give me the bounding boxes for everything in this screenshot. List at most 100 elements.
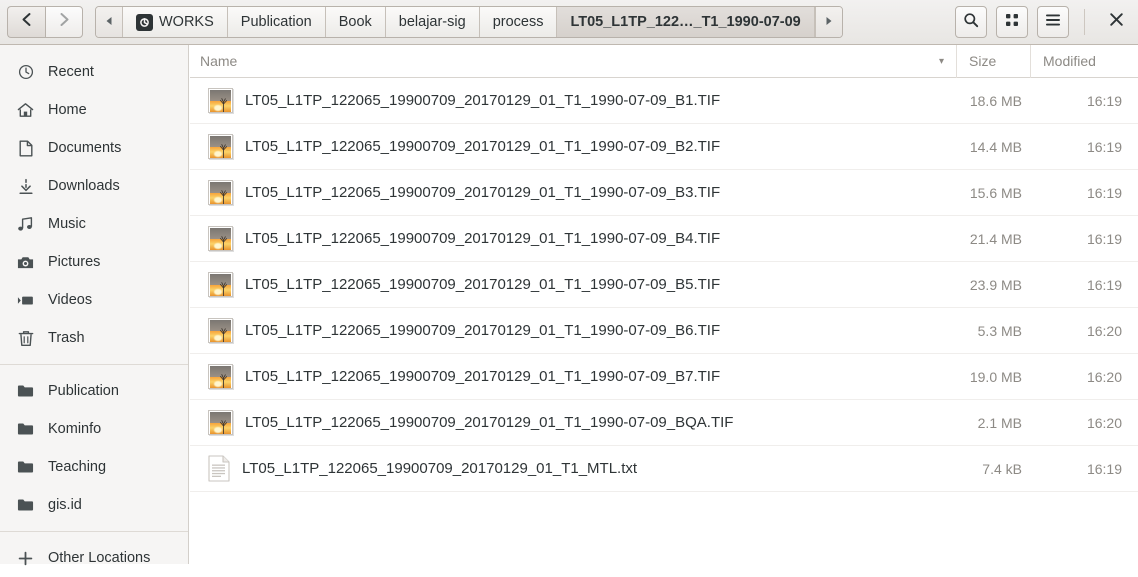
column-header-modified[interactable]: Modified — [1030, 44, 1138, 78]
file-size-cell: 23.9 MB — [969, 276, 1022, 293]
sidebar-item-kominfo[interactable]: Kominfo — [0, 410, 188, 448]
breadcrumb-overflow-right[interactable] — [814, 7, 842, 37]
folder-icon — [17, 384, 34, 398]
sidebar-item-label: Recent — [48, 64, 94, 80]
file-modified-cell: 16:19 — [1086, 184, 1122, 201]
breadcrumb-item-label: Publication — [240, 14, 312, 30]
column-header-modified-label: Modified — [1043, 52, 1096, 69]
sidebar-item-publication[interactable]: Publication — [0, 372, 188, 410]
sidebar-item-trash[interactable]: Trash — [0, 319, 188, 357]
file-modified-cell: 16:19 — [1086, 230, 1122, 247]
table-row[interactable]: LT05_L1TP_122065_19900709_20170129_01_T1… — [190, 170, 1138, 216]
file-list-column-headers: Name ▾ Size Modified — [190, 44, 1138, 78]
file-name-label: LT05_L1TP_122065_19900709_20170129_01_T1… — [245, 138, 721, 155]
sidebar-item-pictures[interactable]: Pictures — [0, 243, 188, 281]
folder-icon — [17, 498, 34, 512]
sidebar-item-label: gis.id — [48, 497, 82, 513]
text-document-icon — [208, 455, 230, 482]
file-name-label: LT05_L1TP_122065_19900709_20170129_01_T1… — [245, 92, 721, 109]
table-row[interactable]: LT05_L1TP_122065_19900709_20170129_01_T1… — [190, 354, 1138, 400]
sidebar-item-recent[interactable]: Recent — [0, 53, 188, 91]
breadcrumb-item-belajar-sig[interactable]: belajar-sig — [385, 7, 480, 37]
table-row[interactable]: LT05_L1TP_122065_19900709_20170129_01_T1… — [190, 216, 1138, 262]
header-bar: WORKS Publication Book belajar-sig proce… — [0, 0, 1138, 45]
hamburger-icon — [1045, 13, 1061, 32]
file-modified-cell: 16:20 — [1086, 322, 1122, 339]
sidebar-item-music[interactable]: Music — [0, 205, 188, 243]
sidebar: Recent Home Documents Downloads Music Pi… — [0, 45, 189, 566]
file-name-label: LT05_L1TP_122065_19900709_20170129_01_T1… — [245, 414, 734, 431]
forward-button[interactable] — [45, 6, 83, 38]
table-row[interactable]: LT05_L1TP_122065_19900709_20170129_01_T1… — [190, 262, 1138, 308]
breadcrumb-overflow-left[interactable] — [96, 7, 123, 37]
search-button[interactable] — [955, 6, 987, 38]
file-modified-cell: 16:20 — [1086, 414, 1122, 431]
image-thumbnail-icon — [208, 88, 233, 113]
sidebar-item-label: Pictures — [48, 254, 101, 270]
image-thumbnail-icon — [208, 134, 233, 159]
table-row[interactable]: LT05_L1TP_122065_19900709_20170129_01_T1… — [190, 308, 1138, 354]
clock-icon — [17, 64, 34, 80]
file-size-cell: 2.1 MB — [977, 414, 1022, 431]
image-thumbnail-icon — [208, 318, 233, 343]
close-window-button[interactable] — [1100, 6, 1132, 38]
sidebar-item-label: Trash — [48, 330, 85, 346]
breadcrumb-item-works[interactable]: WORKS — [123, 7, 228, 37]
sidebar-item-videos[interactable]: Videos — [0, 281, 188, 319]
back-button[interactable] — [7, 6, 45, 38]
image-thumbnail-icon — [208, 226, 233, 251]
close-icon — [1109, 12, 1124, 32]
file-size-cell: 15.6 MB — [969, 184, 1022, 201]
sidebar-item-label: Kominfo — [48, 421, 102, 437]
breadcrumb-item-current[interactable]: LT05_L1TP_122…_T1_1990-07-09 — [557, 7, 815, 37]
trash-icon — [17, 330, 34, 347]
camera-icon — [17, 255, 34, 270]
file-size-cell: 7.4 kB — [982, 460, 1022, 477]
sidebar-item-label: Publication — [48, 383, 119, 399]
file-name-cell: LT05_L1TP_122065_19900709_20170129_01_T1… — [190, 272, 956, 297]
file-name-cell: LT05_L1TP_122065_19900709_20170129_01_T1… — [190, 226, 956, 251]
view-options-button[interactable] — [996, 6, 1028, 38]
sidebar-item-other-locations[interactable]: Other Locations — [0, 539, 188, 577]
breadcrumb-item-process[interactable]: process — [479, 7, 558, 37]
download-icon — [17, 178, 34, 195]
column-header-size[interactable]: Size — [956, 44, 1030, 78]
file-name-cell: LT05_L1TP_122065_19900709_20170129_01_T1… — [190, 88, 956, 113]
breadcrumb-item-book[interactable]: Book — [325, 7, 386, 37]
file-modified-cell: 16:19 — [1086, 138, 1122, 155]
table-row[interactable]: LT05_L1TP_122065_19900709_20170129_01_T1… — [190, 124, 1138, 170]
file-modified-cell: 16:20 — [1086, 368, 1122, 385]
breadcrumb-item-label: WORKS — [159, 14, 214, 30]
table-row[interactable]: LT05_L1TP_122065_19900709_20170129_01_T1… — [190, 446, 1138, 492]
breadcrumb-item-publication[interactable]: Publication — [227, 7, 326, 37]
main-menu-button[interactable] — [1037, 6, 1069, 38]
table-row[interactable]: LT05_L1TP_122065_19900709_20170129_01_T1… — [190, 78, 1138, 124]
column-header-name[interactable]: Name ▾ — [190, 53, 956, 69]
sidebar-item-documents[interactable]: Documents — [0, 129, 188, 167]
music-icon — [17, 216, 34, 232]
folder-icon — [17, 422, 34, 436]
file-name-label: LT05_L1TP_122065_19900709_20170129_01_T1… — [245, 368, 721, 385]
sidebar-item-gis-id[interactable]: gis.id — [0, 486, 188, 524]
file-name-label: LT05_L1TP_122065_19900709_20170129_01_T1… — [245, 230, 721, 247]
file-name-cell: LT05_L1TP_122065_19900709_20170129_01_T1… — [190, 318, 956, 343]
sidebar-item-label: Teaching — [48, 459, 107, 475]
file-size-cell: 14.4 MB — [969, 138, 1022, 155]
sidebar-item-downloads[interactable]: Downloads — [0, 167, 188, 205]
triangle-right-icon — [825, 14, 833, 30]
breadcrumb-item-label: Book — [338, 14, 372, 30]
file-name-cell: LT05_L1TP_122065_19900709_20170129_01_T1… — [190, 180, 956, 205]
sidebar-separator — [0, 364, 188, 365]
toolbar-separator — [1084, 9, 1085, 35]
file-name-label: LT05_L1TP_122065_19900709_20170129_01_T1… — [245, 322, 721, 339]
sidebar-item-home[interactable]: Home — [0, 91, 188, 129]
table-row[interactable]: LT05_L1TP_122065_19900709_20170129_01_T1… — [190, 400, 1138, 446]
sidebar-item-label: Downloads — [48, 178, 120, 194]
file-modified-cell: 16:19 — [1086, 92, 1122, 109]
breadcrumb-item-label: process — [492, 14, 544, 30]
sidebar-separator — [0, 531, 188, 532]
file-list-view: Name ▾ Size Modified LT05_L1TP_122065_19… — [190, 44, 1138, 564]
file-name-label: LT05_L1TP_122065_19900709_20170129_01_T1… — [242, 460, 638, 477]
sidebar-item-teaching[interactable]: Teaching — [0, 448, 188, 486]
navigation-button-group — [7, 6, 83, 38]
